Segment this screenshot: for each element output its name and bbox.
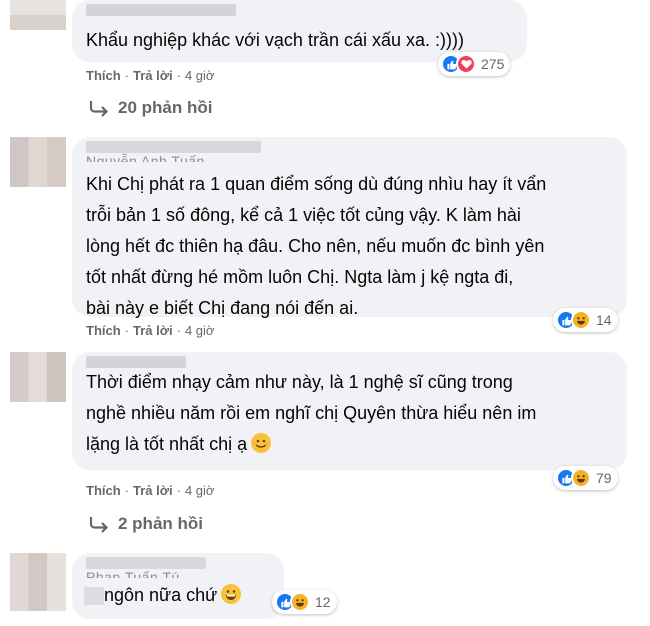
avatar[interactable]	[10, 137, 66, 187]
comment-actions: Thích · Trả lời · 4 giờ	[86, 323, 214, 338]
comment-text: ngôn nữa chứ	[104, 580, 242, 611]
reaction-count: 14	[596, 312, 612, 328]
reaction-summary[interactable]: 275	[438, 52, 511, 76]
comment-line-text: lặng là tốt nhất chị ạ	[86, 434, 248, 454]
comment-actions: Thích · Trả lời · 4 giờ	[86, 68, 214, 83]
comment-text: Khi Chị phát ra 1 quan điểm sống dù đúng…	[86, 169, 546, 324]
reaction-count: 12	[315, 594, 331, 610]
haha-icon	[290, 592, 310, 612]
author-name-redacted	[86, 557, 206, 569]
separator-dot: ·	[176, 68, 181, 83]
smile-emoji-icon	[251, 433, 272, 453]
comment-bubble: Phan Tuấn Tú ngôn nữa chứ	[72, 553, 284, 619]
separator-dot: ·	[176, 483, 181, 498]
comment-line: bài này e biết Chị đang nói đến ai.	[86, 298, 359, 318]
comment-text: Khẩu nghiệp khác với vạch trần cái xấu x…	[86, 30, 464, 50]
comment-line: Khi Chị phát ra 1 quan điểm sống dù đúng…	[86, 174, 547, 194]
reply-arrow-icon	[89, 101, 109, 117]
reply-action[interactable]: Trả lời	[133, 323, 173, 338]
reaction-summary[interactable]: 79	[553, 466, 618, 490]
comment-text: Thời điểm nhạy cảm như này, là 1 nghệ sĩ…	[86, 367, 536, 460]
grin-emoji-icon	[221, 584, 242, 604]
separator-dot: ·	[124, 68, 130, 83]
comment-line-text: ngôn nữa chứ	[104, 585, 218, 605]
like-action[interactable]: Thích	[86, 323, 121, 338]
haha-icon	[571, 468, 591, 488]
reaction-summary[interactable]: 14	[553, 308, 618, 332]
author-name-redacted	[86, 4, 236, 16]
separator-dot: ·	[176, 323, 181, 338]
comment-bubble: Nguyễn Anh Tuấn Khi Chị phát ra 1 quan đ…	[72, 137, 627, 318]
like-action[interactable]: Thích	[86, 68, 121, 83]
view-replies[interactable]: 2 phản hồi	[88, 514, 203, 534]
redacted-word	[84, 587, 104, 605]
reply-action[interactable]: Trả lời	[133, 483, 173, 498]
haha-icon	[571, 310, 591, 330]
timestamp[interactable]: 4 giờ	[185, 483, 215, 498]
author-name-redacted	[86, 141, 261, 153]
separator-dot: ·	[124, 323, 130, 338]
like-action[interactable]: Thích	[86, 483, 121, 498]
timestamp[interactable]: 4 giờ	[185, 323, 215, 338]
comment-line: Thời điểm nhạy cảm như này, là 1 nghệ sĩ…	[86, 372, 513, 392]
replies-label: 2 phản hồi	[118, 514, 203, 533]
author-name[interactable]: Phan Tuấn Tú	[86, 569, 180, 578]
comment-line: trỗi bản 1 số đông, kể cả 1 việc tốt củn…	[86, 205, 521, 225]
reply-arrow-icon	[89, 517, 109, 533]
avatar[interactable]	[10, 0, 66, 30]
comment-actions: Thích · Trả lời · 4 giờ	[86, 483, 214, 498]
author-name[interactable]: Nguyễn Anh Tuấn	[86, 153, 205, 162]
reaction-summary[interactable]: 12	[272, 590, 337, 614]
replies-label: 20 phản hồi	[118, 98, 213, 117]
reply-action[interactable]: Trả lời	[133, 68, 173, 83]
comment-line: nghề nhiều năm rồi em nghĩ chị Quyên thừ…	[86, 403, 537, 423]
avatar[interactable]	[10, 553, 66, 611]
avatar[interactable]	[10, 352, 66, 402]
comment-bubble: Thời điểm nhạy cảm như này, là 1 nghệ sĩ…	[72, 352, 627, 470]
reaction-count: 275	[481, 56, 505, 72]
love-icon	[456, 54, 476, 74]
separator-dot: ·	[124, 483, 130, 498]
comment-line: lặng là tốt nhất chị ạ	[86, 429, 536, 460]
comment-line: lòng hết đc thiên hạ đâu. Cho nên, nếu m…	[86, 236, 545, 256]
view-replies[interactable]: 20 phản hồi	[88, 98, 212, 118]
reaction-count: 79	[596, 470, 612, 486]
timestamp[interactable]: 4 giờ	[185, 68, 215, 83]
comment-line: tốt nhất đừng hé mồm luôn Chị. Ngta làm …	[86, 267, 514, 287]
